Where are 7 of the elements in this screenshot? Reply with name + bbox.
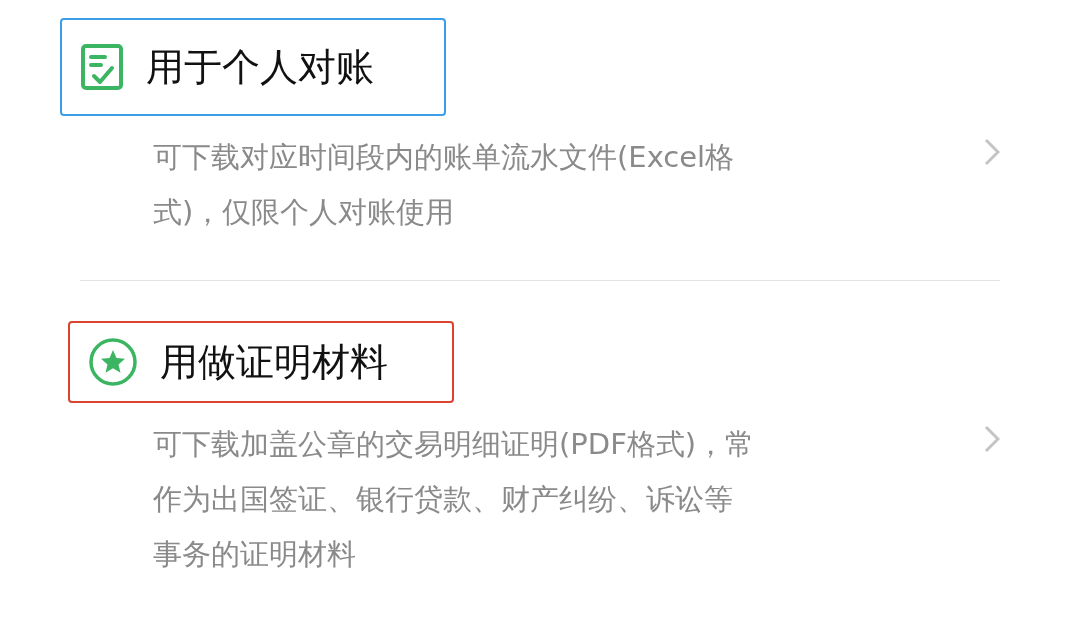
option-description: 可下载对应时间段内的账单流水文件(Excel格 式)，仅限个人对账使用 — [153, 139, 736, 231]
option-title: 用做证明材料 — [160, 338, 388, 386]
chevron-right-icon[interactable] — [984, 425, 1000, 453]
document-check-icon — [80, 43, 124, 91]
option-title: 用于个人对账 — [146, 43, 374, 91]
option-description: 可下载加盖公章的交易明细证明(PDF格式)，常 作为出国签证、银行贷款、财产纠纷、诉讼等 事务的证明材料 — [153, 426, 756, 573]
chevron-right-icon[interactable] — [984, 138, 1000, 166]
